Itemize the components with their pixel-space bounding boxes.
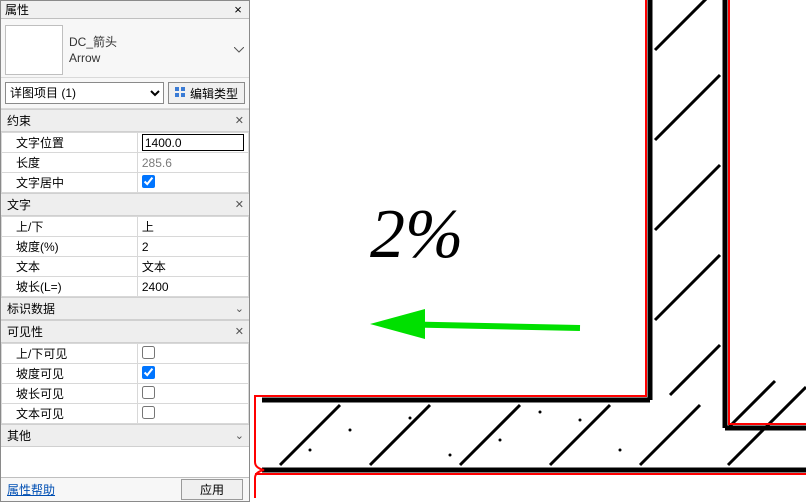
label-text-visible: 文本可见 [2,404,138,424]
canvas-svg [250,0,806,502]
value-slope[interactable]: 2 [137,237,248,257]
label-up-down: 上/下 [2,217,138,237]
cell-ud-visible[interactable] [137,344,248,364]
checkbox-text-center[interactable] [142,175,155,188]
filter-row: 详图项目 (1) 编辑类型 [1,78,249,109]
cell-text-position[interactable] [137,133,248,153]
row-ud-visible: 上/下可见 [2,344,249,364]
cell-text-visible[interactable] [137,404,248,424]
value-slope-len[interactable]: 2400 [137,277,248,297]
row-len-visible: 坡长可见 [2,384,249,404]
row-text-center: 文字居中 [2,173,249,193]
checkbox-len-visible[interactable] [142,386,155,399]
type-selector[interactable]: DC_箭头 Arrow [1,19,249,78]
panel-close-button[interactable]: × [231,3,245,17]
group-visibility-title: 可见性 [7,323,43,340]
group-visibility-header[interactable]: 可见性 ✕ [1,320,249,343]
type-dropdown-arrow[interactable] [233,26,245,74]
value-length: 285.6 [137,153,248,173]
input-text-position[interactable] [142,134,244,151]
edit-type-button[interactable]: 编辑类型 [168,82,245,104]
label-text-position: 文字位置 [2,133,138,153]
property-grid: 约束 ✕ 文字位置 长度 285.6 文字居中 文字 [1,109,249,477]
collapse-icon[interactable]: ✕ [235,114,243,127]
group-other-title: 其他 [7,427,31,444]
row-slope-visible: 坡度可见 [2,364,249,384]
row-length: 长度 285.6 [2,153,249,173]
label-ud-visible: 上/下可见 [2,344,138,364]
value-up-down[interactable]: 上 [137,217,248,237]
filter-dropdown[interactable]: 详图项目 (1) [5,82,164,104]
type-labels: DC_箭头 Arrow [69,35,227,65]
edit-type-icon [175,87,187,99]
label-text-center: 文字居中 [2,173,138,193]
group-text-header[interactable]: 文字 ✕ [1,193,249,216]
row-up-down: 上/下 上 [2,217,249,237]
cell-text-center[interactable] [137,173,248,193]
group-other-header[interactable]: 其他 ⌄ [1,424,249,447]
apply-button[interactable]: 应用 [181,479,243,500]
label-slope-len: 坡长(L=) [2,277,138,297]
panel-titlebar: 属性 × [1,1,249,19]
value-text[interactable]: 文本 [137,257,248,277]
row-slope-len: 坡长(L=) 2400 [2,277,249,297]
type-name: DC_箭头 [69,35,227,49]
group-identity-title: 标识数据 [7,300,55,317]
cell-len-visible[interactable] [137,384,248,404]
row-text-position: 文字位置 [2,133,249,153]
drawing-canvas[interactable]: 2% [250,0,806,502]
properties-help-link[interactable]: 属性帮助 [7,481,55,498]
collapse-icon[interactable]: ✕ [235,198,243,211]
row-slope: 坡度(%) 2 [2,237,249,257]
cell-slope-visible[interactable] [137,364,248,384]
panel-footer: 属性帮助 应用 [1,477,249,501]
slope-arrow [370,309,580,339]
type-subname: Arrow [69,51,227,65]
group-constraints-header[interactable]: 约束 ✕ [1,109,249,132]
checkbox-slope-visible[interactable] [142,366,155,379]
edit-type-label: 编辑类型 [190,85,238,102]
checkbox-ud-visible[interactable] [142,346,155,359]
slope-annotation-text: 2% [370,200,463,270]
collapse-icon[interactable]: ✕ [235,325,243,338]
group-identity-header[interactable]: 标识数据 ⌄ [1,297,249,320]
label-length: 长度 [2,153,138,173]
row-text-visible: 文本可见 [2,404,249,424]
type-thumbnail [5,25,63,75]
expand-icon[interactable]: ⌄ [235,429,243,442]
expand-icon[interactable]: ⌄ [235,302,243,315]
chevron-down-icon [234,47,244,53]
label-text: 文本 [2,257,138,277]
row-text: 文本 文本 [2,257,249,277]
group-constraints-title: 约束 [7,112,31,129]
label-len-visible: 坡长可见 [2,384,138,404]
properties-panel: 属性 × DC_箭头 Arrow 详图项目 (1) 编辑类型 约束 ✕ [0,0,250,502]
group-text-title: 文字 [7,196,31,213]
label-slope-visible: 坡度可见 [2,364,138,384]
label-slope: 坡度(%) [2,237,138,257]
panel-title-text: 属性 [5,1,29,18]
checkbox-text-visible[interactable] [142,406,155,419]
